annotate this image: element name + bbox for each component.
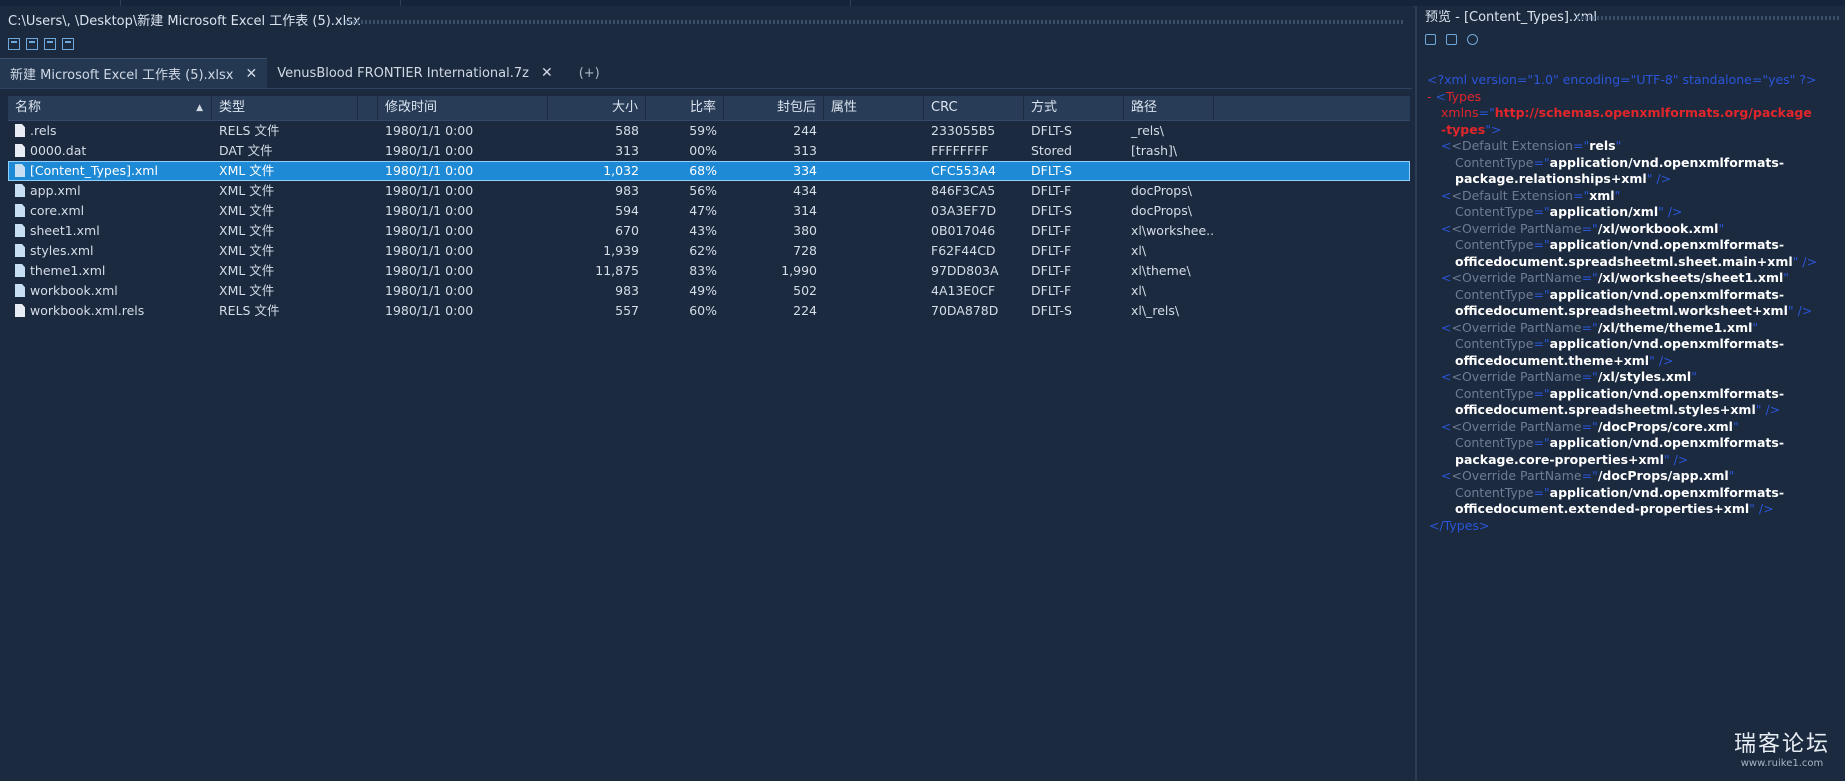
xml-file-icon xyxy=(15,204,25,217)
column-header-attr[interactable]: 属性 xyxy=(824,96,924,120)
xml-file-icon xyxy=(15,164,25,177)
file-icon xyxy=(15,124,25,137)
xml-declaration: <?xml version="1.0" encoding="UTF-8" sta… xyxy=(1427,72,1817,87)
toolbar xyxy=(0,36,1412,52)
gear-icon[interactable] xyxy=(1446,33,1457,45)
table-row[interactable]: .rels RELS 文件 1980/1/1 0:00 588 59% 244 … xyxy=(8,121,1410,141)
table-row[interactable]: core.xml XML 文件 1980/1/1 0:00 594 47% 31… xyxy=(8,201,1410,221)
tree-view-icon[interactable] xyxy=(8,38,20,50)
column-header-spacer xyxy=(358,96,378,120)
table-body: .rels RELS 文件 1980/1/1 0:00 588 59% 244 … xyxy=(8,121,1410,321)
xml-entry: <<Default Extension="rels" xyxy=(1441,138,1622,153)
xml-types-open: - <Types xyxy=(1427,88,1482,104)
path-bar: C:\Users\, \Desktop\新建 Microsoft Excel 工… xyxy=(0,6,1412,36)
xml-entry-attr: ContentType="application/vnd.openxmlform… xyxy=(1455,336,1785,351)
xml-entry-val: package.core-properties+xml" /> xyxy=(1455,451,1689,467)
column-header-size[interactable]: 大小 xyxy=(548,96,646,120)
xml-entry-val: officedocument.spreadsheetml.sheet.main+… xyxy=(1455,253,1818,269)
xml-entry-attr: ContentType="application/vnd.openxmlform… xyxy=(1455,154,1785,170)
preview-title-bar: 预览 - [Content_Types].xml xyxy=(1417,6,1845,30)
xml-entry: <<Override PartName="/xl/worksheets/shee… xyxy=(1441,270,1790,285)
xml-entry-attr: ContentType="application/vnd.openxmlform… xyxy=(1455,484,1785,500)
document-icon[interactable] xyxy=(1425,33,1436,45)
file-table: 名称 ▲ 类型 修改时间 大小 比率 封包后 属性 CRC 方式 路径 .rels… xyxy=(8,96,1410,321)
xml-entry: <<Override PartName="/xl/workbook.xml" xyxy=(1441,220,1725,236)
watermark-main: 瑞客论坛 xyxy=(1733,732,1830,757)
grip xyxy=(1577,16,1841,20)
xml-entry: <<Override PartName="/docProps/app.xml" xyxy=(1441,468,1735,483)
table-row[interactable]: sheet1.xml XML 文件 1980/1/1 0:00 670 43% … xyxy=(8,221,1410,241)
xml-entry-val: officedocument.spreadsheetml.styles+xml"… xyxy=(1455,402,1781,417)
xml-entry-attr: ContentType="application/vnd.openxmlform… xyxy=(1455,237,1785,252)
close-icon[interactable]: ✕ xyxy=(245,66,257,82)
xml-entry-val: officedocument.theme+xml" /> xyxy=(1455,352,1674,368)
close-icon[interactable]: ✕ xyxy=(541,65,553,81)
tab-label: VenusBlood FRONTIER International.7z xyxy=(277,65,529,81)
column-header-path[interactable]: 路径 xyxy=(1124,96,1214,120)
column-header-packed[interactable]: 封包后 xyxy=(724,96,824,120)
split-view-icon[interactable] xyxy=(44,38,56,50)
tab-excel-archive[interactable]: 新建 Microsoft Excel 工作表 (5).xlsx ✕ xyxy=(0,58,268,88)
column-header-name[interactable]: 名称 ▲ xyxy=(8,96,212,120)
xml-entry: <<Override PartName="/xl/theme/theme1.xm… xyxy=(1441,319,1759,335)
xml-file-icon xyxy=(15,184,25,197)
table-header: 名称 ▲ 类型 修改时间 大小 比率 封包后 属性 CRC 方式 路径 xyxy=(8,96,1410,121)
xml-file-icon xyxy=(15,264,25,277)
add-tab-button[interactable]: (+) xyxy=(563,58,610,88)
xml-entry-attr: ContentType="application/vnd.openxmlform… xyxy=(1455,286,1785,302)
table-row[interactable]: 0000.dat DAT 文件 1980/1/1 0:00 313 00% 31… xyxy=(8,141,1410,161)
archive-path: C:\Users\, \Desktop\新建 Microsoft Excel 工… xyxy=(8,14,361,29)
xml-file-icon xyxy=(15,244,25,257)
help-icon[interactable] xyxy=(1467,33,1478,45)
xml-entry-attr: ContentType="application/xml" /> xyxy=(1455,204,1683,219)
xml-xmlns: xmlns="http://schemas.openxmlformats.org… xyxy=(1441,105,1812,120)
column-header-ratio[interactable]: 比率 xyxy=(646,96,724,120)
xml-types-close: </Types> xyxy=(1429,517,1490,533)
file-icon xyxy=(15,144,25,157)
column-header-method[interactable]: 方式 xyxy=(1024,96,1124,120)
grip xyxy=(345,20,1404,24)
column-header-modified[interactable]: 修改时间 xyxy=(378,96,548,120)
tab-7z-archive[interactable]: VenusBlood FRONTIER International.7z ✕ xyxy=(267,58,563,88)
xml-entry-val: officedocument.spreadsheetml.worksheet+x… xyxy=(1455,303,1813,318)
sort-asc-icon: ▲ xyxy=(196,103,203,113)
column-header-crc[interactable]: CRC xyxy=(924,96,1024,120)
xml-entry-attr: ContentType="application/vnd.openxmlform… xyxy=(1455,435,1785,450)
preview-title: 预览 - [Content_Types].xml xyxy=(1425,10,1598,25)
xml-preview: <?xml version="1.0" encoding="UTF-8" sta… xyxy=(1427,72,1845,534)
column-header-type[interactable]: 类型 xyxy=(212,96,358,120)
tab-bar: 新建 Microsoft Excel 工作表 (5).xlsx ✕ VenusB… xyxy=(0,58,1412,89)
table-row[interactable]: styles.xml XML 文件 1980/1/1 0:00 1,939 62… xyxy=(8,241,1410,261)
watermark: 瑞客论坛 www.ruike1.com xyxy=(1727,726,1837,769)
xml-entry: <<Override PartName="/xl/styles.xml" xyxy=(1441,369,1697,384)
preview-toolbar xyxy=(1417,30,1845,48)
preview-pane: 预览 - [Content_Types].xml <?xml version="… xyxy=(1415,6,1845,781)
watermark-sub: www.ruike1.com xyxy=(1740,758,1824,769)
table-row-selected[interactable]: [Content_Types].xml XML 文件 1980/1/1 0:00… xyxy=(8,161,1410,181)
xml-entry-val: package.relationships+xml" /> xyxy=(1455,171,1672,186)
xml-entry: <<Default Extension="xml" xyxy=(1441,187,1621,203)
table-row[interactable]: theme1.xml XML 文件 1980/1/1 0:00 11,875 8… xyxy=(8,261,1410,281)
xml-entry: <<Override PartName="/docProps/core.xml" xyxy=(1441,418,1739,434)
tab-label: 新建 Microsoft Excel 工作表 (5).xlsx xyxy=(10,68,234,83)
file-icon xyxy=(15,304,25,317)
xml-entry-attr: ContentType="application/vnd.openxmlform… xyxy=(1455,385,1785,401)
table-row[interactable]: workbook.xml XML 文件 1980/1/1 0:00 983 49… xyxy=(8,281,1410,301)
table-row[interactable]: workbook.xml.rels RELS 文件 1980/1/1 0:00 … xyxy=(8,301,1410,321)
xml-entry-val: officedocument.extended-properties+xml" … xyxy=(1455,501,1774,516)
preview-icon[interactable] xyxy=(62,38,74,50)
xml-file-icon xyxy=(15,284,25,297)
panel-view-icon[interactable] xyxy=(26,38,38,50)
xml-xmlns-cont: -types"> xyxy=(1441,121,1502,137)
archive-pane: C:\Users\, \Desktop\新建 Microsoft Excel 工… xyxy=(0,6,1412,781)
xml-file-icon xyxy=(15,224,25,237)
table-row[interactable]: app.xml XML 文件 1980/1/1 0:00 983 56% 434… xyxy=(8,181,1410,201)
